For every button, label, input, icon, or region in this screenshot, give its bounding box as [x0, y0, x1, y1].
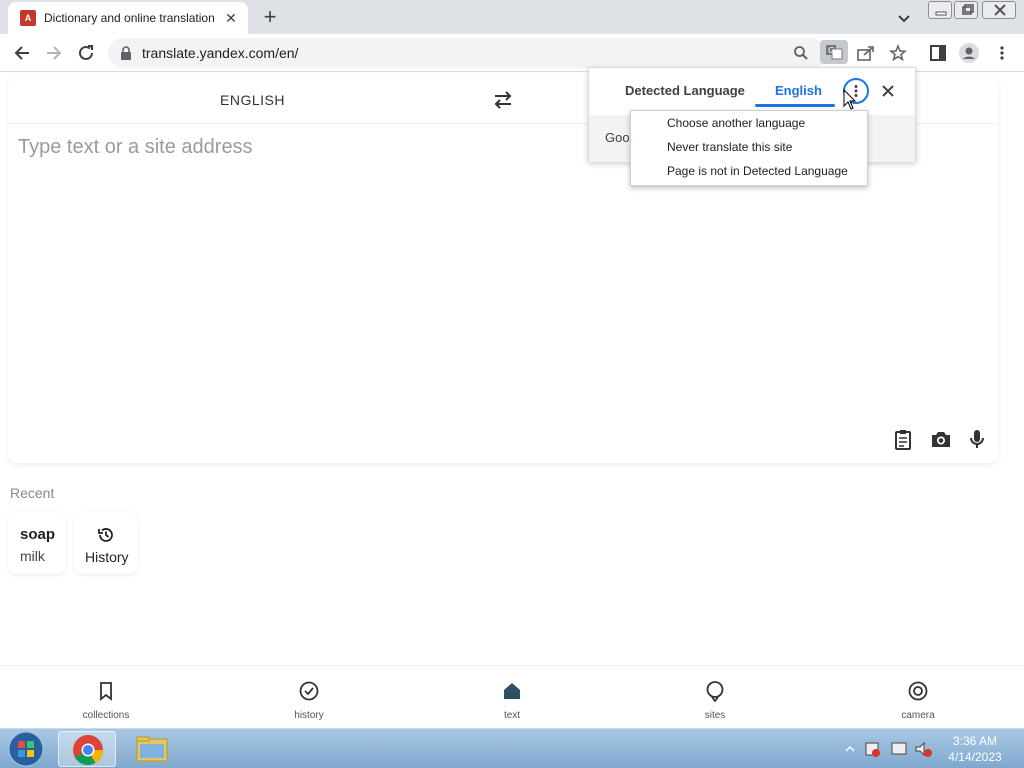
minimize-button[interactable] — [928, 1, 952, 19]
nav-camera[interactable]: camera — [878, 680, 958, 721]
tab-detected-language[interactable]: Detected Language — [625, 83, 745, 98]
recent-word[interactable]: milk — [20, 548, 45, 564]
url-text[interactable]: translate.yandex.com/en/ — [142, 45, 298, 61]
menu-item-not-detected-language[interactable]: Page is not in Detected Language — [667, 164, 848, 178]
tab-title: Dictionary and online translation — [44, 11, 215, 25]
browser-tab[interactable]: A Dictionary and online translation ✕ — [8, 2, 248, 34]
check-circle-icon — [299, 681, 319, 701]
clipboard-icon[interactable] — [892, 428, 914, 450]
nav-collections[interactable]: collections — [66, 680, 146, 721]
tab-english[interactable]: English — [775, 83, 822, 98]
more-options-menu: Choose another language Never translate … — [630, 110, 868, 186]
home-icon — [504, 683, 520, 699]
bottom-navigation: collections history text sites camera — [0, 665, 1024, 728]
recent-heading: Recent — [10, 485, 55, 501]
sidepanel-icon[interactable] — [927, 42, 949, 64]
camera-icon[interactable] — [930, 428, 952, 450]
share-icon[interactable] — [855, 42, 877, 64]
history-card[interactable]: History — [74, 512, 138, 574]
tab-strip: A Dictionary and online translation ✕ + — [0, 0, 1024, 34]
nav-label: collections — [82, 710, 130, 721]
yandex-translate-favicon: A — [20, 10, 36, 26]
window-close-button[interactable] — [982, 1, 1016, 19]
nav-sites[interactable]: sites — [675, 680, 755, 721]
history-icon — [98, 528, 113, 542]
footer-text: Goo — [605, 130, 630, 145]
menu-item-choose-language[interactable]: Choose another language — [667, 116, 805, 130]
taskbar-clock[interactable]: 3:36 AM 4/14/2023 — [944, 733, 1006, 765]
menu-icon[interactable] — [991, 42, 1013, 64]
tab-close-icon[interactable]: ✕ — [222, 10, 240, 27]
windows-taskbar: 3:36 AM 4/14/2023 — [0, 728, 1024, 768]
swap-languages-icon[interactable] — [492, 89, 514, 111]
lock-icon[interactable] — [120, 46, 132, 60]
chrome-icon — [73, 735, 103, 766]
tab-search-chevron-icon[interactable] — [894, 8, 914, 28]
forward-icon[interactable] — [43, 42, 65, 64]
star-icon[interactable] — [887, 42, 909, 64]
folder-icon — [136, 736, 168, 762]
nav-label: history — [294, 710, 324, 721]
translate-popup-tabs: Detected Language English — [589, 68, 917, 114]
search-icon[interactable] — [790, 42, 812, 64]
reload-icon[interactable] — [75, 42, 97, 64]
text-input[interactable]: Type text or a site address — [18, 136, 253, 159]
microphone-icon[interactable] — [966, 428, 988, 450]
translate-icon[interactable]: G — [820, 40, 848, 64]
clock-date: 4/14/2023 — [948, 750, 1002, 764]
svg-text:G: G — [828, 46, 834, 55]
nav-history[interactable]: history — [269, 680, 349, 721]
start-button-icon[interactable] — [4, 730, 48, 768]
restore-button[interactable] — [954, 1, 978, 19]
nav-label: sites — [704, 710, 726, 721]
taskbar-explorer[interactable] — [122, 731, 180, 767]
active-tab-indicator — [755, 104, 835, 107]
taskbar-chrome[interactable] — [58, 731, 116, 767]
mouse-cursor-icon — [843, 89, 857, 110]
menu-item-never-translate[interactable]: Never translate this site — [667, 140, 792, 154]
bookmark-icon — [100, 682, 112, 701]
profile-icon[interactable] — [958, 42, 980, 64]
nav-text[interactable]: text — [472, 680, 552, 721]
back-icon[interactable] — [11, 42, 33, 64]
clock-time: 3:36 AM — [952, 734, 998, 748]
camera-icon — [908, 681, 928, 701]
recent-words-card[interactable]: soap milk — [8, 512, 66, 574]
address-bar[interactable]: translate.yandex.com/en/ — [108, 38, 826, 68]
source-language-button[interactable]: ENGLISH — [220, 92, 285, 108]
system-tray-icons[interactable] — [844, 739, 940, 759]
close-icon[interactable] — [878, 81, 898, 101]
history-label: History — [85, 549, 129, 565]
nav-label: camera — [901, 710, 935, 721]
globe-icon — [706, 681, 724, 702]
new-tab-button[interactable]: + — [258, 5, 282, 29]
recent-word[interactable]: soap — [20, 526, 55, 543]
nav-label: text — [503, 710, 521, 721]
